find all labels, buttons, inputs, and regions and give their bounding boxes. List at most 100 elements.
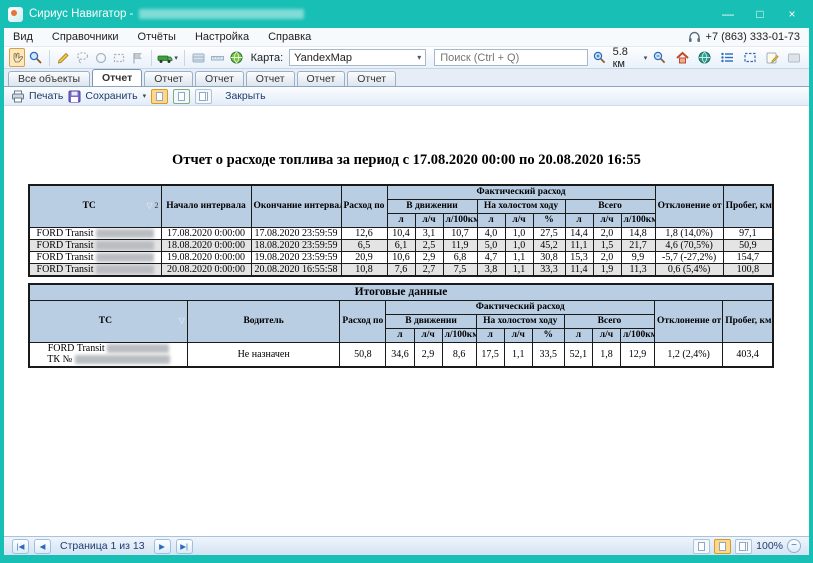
unit-header: л/100км — [620, 328, 654, 342]
group-header-moving: В движении — [387, 199, 477, 213]
tab-report[interactable]: Отчет — [347, 71, 396, 86]
edit-tool-button[interactable] — [55, 48, 71, 67]
menubar: Вид Справочники Отчёты Настройка Справка… — [4, 28, 809, 47]
print-button[interactable]: Печать — [11, 90, 63, 103]
unit-header: л/ч — [593, 213, 621, 227]
zoom-level: 100% — [756, 540, 783, 552]
search-input[interactable] — [434, 49, 588, 66]
col-header-tc[interactable]: ТС▽ — [29, 300, 187, 342]
menu-settings[interactable]: Настройка — [195, 31, 249, 43]
tab-report[interactable]: Отчет — [246, 71, 295, 86]
table-row[interactable]: FORD Transit 20.08.2020 0:00:0020.08.202… — [29, 263, 773, 276]
tab-all-objects[interactable]: Все объекты — [8, 71, 90, 86]
object-list-button[interactable] — [717, 48, 736, 67]
zoom-in-button[interactable] — [590, 48, 609, 67]
sort-order-badge: 2 — [155, 201, 159, 210]
tab-report[interactable]: Отчет — [297, 71, 346, 86]
group-header-total: Всего — [564, 314, 654, 328]
totals-title: Итоговые данные — [29, 284, 773, 301]
chevron-down-icon: ▾ — [417, 53, 421, 62]
col-header-interval-start[interactable]: Начало интервала — [161, 185, 251, 227]
unit-header: % — [532, 328, 564, 342]
col-header-deviation[interactable]: Отклонение от нормы, л — [655, 185, 723, 227]
globe-route-button[interactable] — [228, 48, 245, 67]
unit-header: л — [476, 328, 504, 342]
menu-directories[interactable]: Справочники — [52, 31, 119, 43]
close-button[interactable]: × — [777, 5, 807, 23]
col-header-norm[interactable]: Расход по норме, л — [341, 185, 387, 227]
view-multi-page-button[interactable] — [735, 539, 752, 554]
home-button[interactable] — [673, 48, 692, 67]
save-dropdown-icon[interactable]: ▾ — [143, 92, 147, 100]
col-header-norm[interactable]: Расход по норме, л — [340, 300, 386, 342]
pan-tool-button[interactable] — [9, 48, 25, 67]
minimize-button[interactable]: — — [713, 5, 743, 23]
floppy-icon — [68, 90, 81, 103]
tab-report[interactable]: Отчет — [195, 71, 244, 86]
tab-report[interactable]: Отчет — [144, 71, 193, 86]
next-page-button[interactable]: ▶ — [154, 539, 171, 554]
sort-down-icon: ▽ — [179, 316, 185, 325]
report-page: Отчет о расходе топлива за период с 17.0… — [4, 106, 809, 536]
view-fit-page-button[interactable] — [714, 539, 731, 554]
col-header-tc[interactable]: ТС▽2 — [29, 185, 161, 227]
notes-button[interactable] — [762, 48, 781, 67]
headset-icon — [688, 31, 701, 44]
app-window: Сириус Навигатор - — □ × Вид Справочники… — [0, 0, 813, 563]
maximize-button[interactable]: □ — [745, 5, 775, 23]
close-report-button[interactable]: Закрыть — [225, 90, 265, 102]
group-header-idle: На холостом ходу — [476, 314, 564, 328]
unit-header: % — [533, 213, 565, 227]
window-title: Сириус Навигатор - — [29, 8, 133, 20]
globe-button[interactable] — [695, 48, 714, 67]
sort-down-icon: ▽ — [146, 201, 152, 210]
map-select[interactable]: YandexMap ▾ — [289, 49, 426, 66]
page-indicator: Страница 1 из 13 — [56, 540, 149, 552]
redacted-text — [96, 253, 154, 262]
col-header-mileage[interactable]: Пробег, км — [723, 185, 773, 227]
magnifier-button[interactable] — [27, 48, 44, 67]
menu-help[interactable]: Справка — [268, 31, 311, 43]
unit-header: л/ч — [504, 328, 532, 342]
table-row[interactable]: FORD Transit 19.08.2020 0:00:0019.08.202… — [29, 251, 773, 263]
report-toolbar: Печать Сохранить ▾ Закрыть — [4, 87, 809, 106]
table-row[interactable]: FORD Transit 18.08.2020 0:00:0018.08.202… — [29, 239, 773, 251]
redacted-text — [96, 229, 154, 238]
zoom-out-button[interactable] — [650, 48, 669, 67]
tab-report-active[interactable]: Отчет — [92, 69, 142, 86]
col-header-driver[interactable]: Водитель — [187, 300, 339, 342]
col-header-deviation[interactable]: Отклонение от нормы, л — [655, 300, 723, 342]
fuel-report-table: ТС▽2 Начало интервала Окончание интервал… — [28, 184, 774, 277]
unit-header: л/ч — [592, 328, 620, 342]
report-title: Отчет о расходе топлива за период с 17.0… — [4, 152, 809, 169]
flag-tool-button-disabled — [129, 48, 145, 67]
selection-frame-button[interactable] — [740, 48, 759, 67]
col-header-mileage[interactable]: Пробег, км — [723, 300, 773, 342]
totals-table: Итоговые данные ТС▽ Водитель Расход по н… — [28, 283, 774, 368]
menu-view[interactable]: Вид — [13, 31, 33, 43]
view-page-width-button[interactable] — [151, 89, 168, 104]
prev-page-button[interactable]: ◀ — [34, 539, 51, 554]
first-page-button[interactable]: |◀ — [12, 539, 29, 554]
toolbar-separator — [151, 50, 152, 66]
table-row[interactable]: FORD Transit 17.08.2020 0:00:0017.08.202… — [29, 227, 773, 239]
menu-reports[interactable]: Отчёты — [138, 31, 176, 43]
circle-select-button-disabled — [93, 48, 109, 67]
table-row[interactable]: FORD Transit ТК № Не назначен 50,834,62,… — [29, 342, 773, 367]
col-header-interval-end[interactable]: Окончание интервала — [251, 185, 341, 227]
zoom-out-slider-button[interactable]: − — [787, 539, 801, 553]
view-single-page-button[interactable] — [693, 539, 710, 554]
unit-header: л — [386, 328, 414, 342]
ruler-tool-button-disabled — [209, 48, 226, 67]
map-scale-value[interactable]: 5.8 км — [613, 46, 641, 70]
save-button[interactable]: Сохранить — [68, 90, 137, 103]
group-header-actual: Фактический расход — [387, 185, 655, 199]
app-logo-icon — [8, 7, 23, 22]
view-two-pages-button[interactable] — [195, 89, 212, 104]
unit-header: л — [477, 213, 505, 227]
view-whole-page-button[interactable] — [173, 89, 190, 104]
last-page-button[interactable]: ▶| — [176, 539, 193, 554]
toolbar-separator — [49, 50, 50, 66]
vehicle-layer-button[interactable]: ▾ — [156, 48, 179, 67]
redacted-text — [75, 355, 170, 364]
